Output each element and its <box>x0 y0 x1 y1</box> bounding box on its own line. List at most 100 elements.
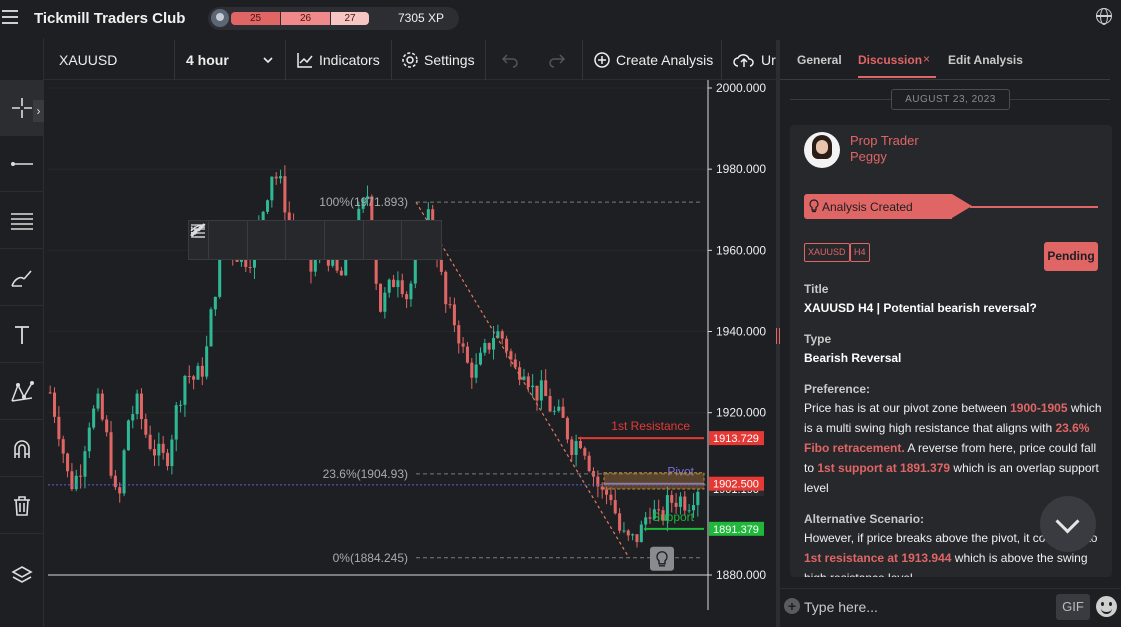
poster-name[interactable]: Peggy <box>850 149 919 165</box>
candlestick-chart[interactable]: 100%(1971.893) 23.6%(1904.93) 0%(1884.245)… <box>44 80 778 610</box>
candle-body <box>392 279 396 288</box>
timeframe-dropdown[interactable]: 4 hour <box>186 40 276 80</box>
upload-button[interactable]: Ur <box>732 40 776 80</box>
type-label: Type <box>804 332 832 346</box>
segment-tool-icon[interactable] <box>191 221 441 259</box>
candle-body <box>448 304 452 306</box>
globe-icon[interactable] <box>1096 8 1112 25</box>
scroll-down-button[interactable] <box>1040 496 1096 552</box>
pivot-zone <box>603 472 705 490</box>
pending-badge[interactable]: Pending <box>1044 242 1098 271</box>
candle-body <box>200 365 204 377</box>
candle-body <box>565 417 569 440</box>
candle-body <box>644 517 648 525</box>
candle-body <box>635 534 639 543</box>
candle-body <box>157 443 161 456</box>
gif-button[interactable]: GIF <box>1056 594 1090 620</box>
candle-body <box>113 475 117 488</box>
layers-tool[interactable] <box>0 548 44 604</box>
candle-body <box>74 475 78 490</box>
curve-tool-icon[interactable] <box>190 221 325 259</box>
candle-body <box>470 362 474 378</box>
type-value: Bearish Reversal <box>804 351 902 365</box>
candle-body <box>574 441 578 455</box>
title-value: XAUUSD H4 | Potential bearish reversal? <box>804 301 1037 315</box>
emoji-icon[interactable] <box>1096 596 1117 617</box>
fib-level-label: 100%(1971.893) <box>319 195 408 209</box>
text-icon <box>15 325 29 344</box>
trendline-tool-icon[interactable] <box>191 221 248 259</box>
candle-body <box>405 294 409 300</box>
active-tab-indicator <box>858 76 936 78</box>
candle-body <box>526 376 530 388</box>
candle-body <box>639 524 643 543</box>
xp-progress[interactable]: 25 26 27 7305 XP <box>208 7 459 30</box>
candle-body <box>179 404 183 406</box>
candle-body <box>270 176 274 201</box>
message-composer: + GIF <box>780 588 1121 627</box>
ray-tool-icon[interactable] <box>191 221 403 259</box>
attach-plus-icon[interactable]: + <box>784 598 800 614</box>
candle-body <box>279 176 283 179</box>
line-icon <box>11 161 33 166</box>
symbol-selector[interactable]: XAUUSD <box>59 40 117 80</box>
message-input[interactable] <box>804 596 1044 618</box>
candle-body <box>605 489 609 495</box>
avatar[interactable] <box>804 132 840 168</box>
menu-icon[interactable] <box>2 10 18 24</box>
candle-body <box>474 364 478 378</box>
settings-button[interactable]: Settings <box>401 40 475 80</box>
price-chart[interactable]: 100%(1971.893) 23.6%(1904.93) 0%(1884.245)… <box>44 80 778 610</box>
settings-label: Settings <box>424 52 475 68</box>
candle-body <box>600 486 604 490</box>
tab-edit-analysis[interactable]: Edit Analysis <box>948 53 1023 67</box>
candle-body <box>513 359 517 368</box>
plus-circle-icon <box>594 52 610 68</box>
candle-body <box>452 304 456 326</box>
delete-tool[interactable] <box>0 478 44 534</box>
candle-body <box>152 448 157 456</box>
candle-body <box>87 427 91 452</box>
brush-icon <box>11 269 32 287</box>
trash-icon <box>14 495 30 516</box>
redo-button[interactable] <box>548 40 571 80</box>
y-tick-label: 1960.000 <box>716 243 766 257</box>
channel-tool-icon[interactable] <box>191 221 287 259</box>
line-tool[interactable] <box>0 136 44 192</box>
candle-body <box>283 176 287 213</box>
tab-discussion[interactable]: Discussion <box>858 53 922 67</box>
gear-icon <box>402 52 418 68</box>
candle-body <box>126 420 130 451</box>
fib-tool[interactable] <box>0 193 44 249</box>
candle-body <box>52 392 57 417</box>
price-tag-label: 1891.379 <box>713 524 759 536</box>
candle-body <box>544 380 548 396</box>
pattern-tool[interactable] <box>0 364 44 420</box>
fib-level-label: 23.6%(1904.93) <box>323 467 408 481</box>
candle-body <box>409 283 413 300</box>
candle-body <box>183 375 187 405</box>
indicators-icon <box>297 53 313 68</box>
brush-tool[interactable] <box>0 250 44 306</box>
candle-body <box>670 495 674 503</box>
candle-body <box>618 513 622 531</box>
indicators-button[interactable]: Indicators <box>296 40 380 80</box>
candle-body <box>613 500 617 514</box>
magnet-tool[interactable] <box>0 421 44 477</box>
undo-button[interactable] <box>501 40 524 80</box>
pen-tool-icon[interactable] <box>190 221 364 259</box>
expand-tools-chevron-icon[interactable]: › <box>33 100 44 122</box>
rank-badge-icon <box>211 9 229 27</box>
close-icon[interactable]: × <box>923 52 930 66</box>
create-analysis-button[interactable]: Create Analysis <box>593 40 713 80</box>
candle-body <box>79 475 83 477</box>
candle-body <box>626 530 630 536</box>
candle-body <box>557 406 561 411</box>
candle-body <box>48 392 52 394</box>
tab-general[interactable]: General <box>797 53 842 67</box>
candle-body <box>218 256 222 297</box>
candle-body <box>457 325 461 344</box>
candle-body <box>505 338 509 352</box>
candle-body <box>483 343 487 353</box>
text-tool[interactable] <box>0 307 44 363</box>
